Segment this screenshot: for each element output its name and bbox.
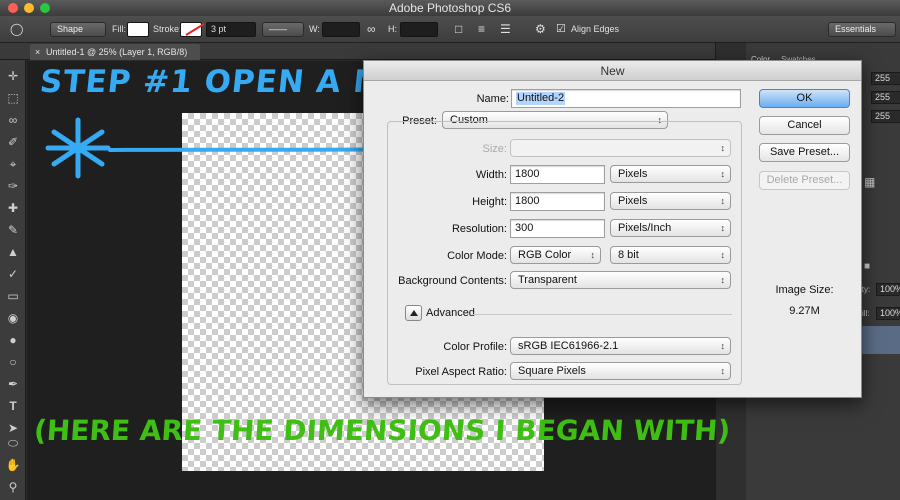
brush-tool-icon[interactable]: ✎ (5, 222, 21, 238)
healing-brush-tool-icon[interactable]: ✚ (5, 200, 21, 216)
background-contents-select[interactable]: Transparent (510, 271, 731, 289)
height-input[interactable]: 1800 (510, 192, 605, 211)
path-arrangement-icon[interactable]: ☰ (500, 22, 511, 37)
image-size-label: Image Size: (775, 284, 834, 296)
shape-width-input[interactable] (322, 22, 360, 37)
width-label: W: (309, 24, 320, 34)
adjustments-grid-icon[interactable]: ▦ (864, 175, 875, 189)
fill-opacity-value[interactable]: 100% (876, 307, 900, 320)
width-input[interactable]: 1800 (510, 165, 605, 184)
document-tab[interactable]: × Untitled-1 @ 25% (Layer 1, RGB/8) (30, 44, 200, 60)
blur-tool-icon[interactable]: ● (5, 332, 21, 348)
dodge-tool-icon[interactable]: ○ (5, 354, 21, 370)
ellipse-tool-icon[interactable]: ◯ (10, 22, 23, 37)
image-size-value: 9.27M (789, 305, 820, 317)
selected-layer-row[interactable] (856, 326, 900, 354)
minimize-window-icon[interactable] (24, 3, 34, 13)
width-label: Width: (475, 169, 507, 181)
layer-lock-icon[interactable]: ■ (864, 261, 870, 272)
path-operations-icon[interactable]: □ (455, 22, 462, 37)
pixel-aspect-ratio-select[interactable]: Square Pixels (510, 362, 731, 380)
link-icon[interactable]: ∞ (367, 22, 376, 37)
fill-swatch[interactable] (127, 22, 149, 37)
opacity-value[interactable]: 100% (876, 283, 900, 296)
close-window-icon[interactable] (8, 3, 18, 13)
height-label: H: (388, 24, 397, 34)
ellipse-tool-selected-icon[interactable]: ⬭ (5, 435, 21, 451)
type-tool-icon[interactable]: T (5, 398, 21, 414)
marquee-tool-icon[interactable]: ⬚ (5, 90, 21, 106)
advanced-label: Advanced (426, 307, 475, 319)
color-profile-select[interactable]: sRGB IEC61966-2.1 (510, 337, 731, 355)
save-preset-button[interactable]: Save Preset... (759, 143, 850, 162)
name-input-value: Untitled-2 (516, 92, 566, 105)
resolution-unit-select[interactable]: Pixels/Inch (610, 219, 731, 237)
zoom-window-icon[interactable] (40, 3, 50, 13)
lasso-tool-icon[interactable]: ∞ (5, 112, 21, 128)
name-input[interactable]: Untitled-2 (511, 89, 741, 108)
advanced-toggle-button[interactable] (405, 305, 422, 321)
tools-panel: ✛ ⬚ ∞ ✐ ⌖ ✑ ✚ ✎ ▲ ✓ ▭ ◉ ● ○ ✒ T ➤ ⬭ ✋ ⚲ (0, 60, 26, 500)
fill-label: Fill: (112, 24, 126, 34)
name-label: Name: (476, 93, 509, 105)
eyedropper-tool-icon[interactable]: ✑ (5, 178, 21, 194)
pen-tool-icon[interactable]: ✒ (5, 376, 21, 392)
pixel-aspect-ratio-label: Pixel Aspect Ratio: (415, 366, 507, 378)
move-tool-icon[interactable]: ✛ (5, 68, 21, 84)
stroke-width-input[interactable]: 3 pt (206, 22, 256, 37)
close-tab-icon[interactable]: × (35, 44, 40, 60)
color-mode-label: Color Mode: (447, 250, 507, 262)
align-edges-label: Align Edges (571, 24, 620, 34)
app-title: Adobe Photoshop CS6 (388, 1, 512, 15)
eraser-tool-icon[interactable]: ▭ (5, 288, 21, 304)
stroke-label: Stroke: (153, 24, 182, 34)
app-titlebar: Adobe Photoshop CS6 (0, 0, 900, 16)
fill-opacity-label: ill: (862, 309, 870, 318)
cancel-button[interactable]: Cancel (759, 116, 850, 135)
width-unit-select[interactable]: Pixels (610, 165, 731, 183)
hand-tool-icon[interactable]: ✋ (5, 457, 21, 473)
size-select (510, 139, 731, 157)
color-b-value[interactable]: 255 (871, 110, 900, 123)
document-tab-bar: × Untitled-1 @ 25% (Layer 1, RGB/8) (0, 43, 715, 60)
color-profile-label: Color Profile: (443, 341, 507, 353)
color-r-value[interactable]: 255 (871, 72, 900, 85)
resolution-input[interactable]: 300 (510, 219, 605, 238)
workspace-select[interactable]: Essentials (828, 22, 896, 37)
dimensions-annotation: (Here are the dimensions I began with) (32, 414, 732, 447)
path-selection-tool-icon[interactable]: ➤ (5, 420, 21, 436)
asterisk-doodle (45, 117, 111, 179)
size-label: Size: (482, 143, 507, 155)
gear-icon[interactable]: ⚙ (535, 22, 546, 37)
history-brush-tool-icon[interactable]: ✓ (5, 266, 21, 282)
zoom-tool-icon[interactable]: ⚲ (5, 479, 21, 495)
dialog-title: New (364, 61, 861, 81)
path-alignment-icon[interactable]: ≡ (478, 22, 485, 37)
ok-button[interactable]: OK (759, 89, 850, 108)
quick-selection-tool-icon[interactable]: ✐ (5, 134, 21, 150)
color-g-value[interactable]: 255 (871, 91, 900, 104)
stroke-type-select[interactable]: —— (262, 22, 304, 37)
height-label: Height: (472, 196, 507, 208)
crop-tool-icon[interactable]: ⌖ (5, 156, 21, 172)
align-edges-checkbox[interactable]: ☑ (556, 22, 566, 37)
shape-height-input[interactable] (400, 22, 438, 37)
color-mode-select[interactable]: RGB Color (510, 246, 601, 264)
document-tab-label: Untitled-1 @ 25% (Layer 1, RGB/8) (46, 47, 188, 57)
options-bar: ◯ Shape Fill: Stroke: 3 pt —— W: ∞ H: □ … (0, 16, 900, 43)
height-unit-select[interactable]: Pixels (610, 192, 731, 210)
background-contents-label: Background Contents: (398, 275, 507, 287)
clone-stamp-tool-icon[interactable]: ▲ (5, 244, 21, 260)
stroke-swatch[interactable] (180, 22, 205, 37)
new-document-dialog: New Name: Untitled-2 Preset: Custom Size… (363, 60, 862, 398)
paint-bucket-tool-icon[interactable]: ◉ (5, 310, 21, 326)
delete-preset-button: Delete Preset... (759, 171, 850, 190)
tool-mode-select[interactable]: Shape (50, 22, 106, 37)
resolution-label: Resolution: (451, 223, 507, 235)
no-stroke-icon (185, 23, 205, 36)
bit-depth-select[interactable]: 8 bit (610, 246, 731, 264)
advanced-separator (472, 314, 732, 315)
